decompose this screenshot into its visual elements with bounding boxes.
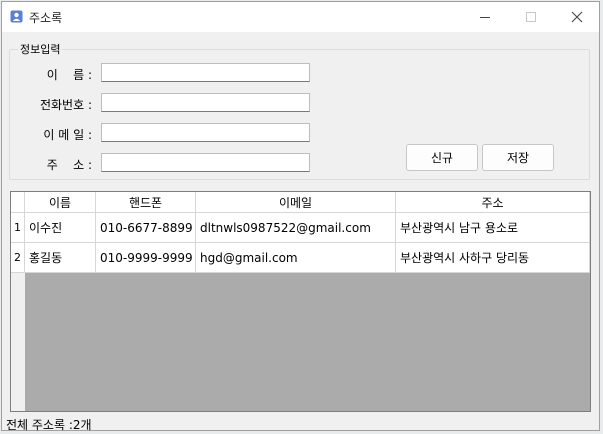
close-button[interactable]	[554, 2, 600, 32]
column-header-name[interactable]: 이름	[25, 192, 96, 213]
minimize-button[interactable]	[462, 2, 508, 32]
table-cell[interactable]: 010-6677-8899	[96, 213, 196, 243]
column-header-address[interactable]: 주소	[396, 192, 590, 213]
maximize-icon	[525, 11, 536, 22]
address-table[interactable]: 이름 핸드폰 이메일 주소 1 이수진 010-6677-8899 dltnwl…	[10, 191, 591, 412]
address-book-icon	[10, 10, 23, 23]
window-title: 주소록	[29, 11, 63, 25]
table-cell[interactable]: hgd@gmail.com	[196, 243, 396, 273]
table-cell[interactable]: 010-9999-9999	[96, 243, 196, 273]
email-input[interactable]	[101, 123, 310, 142]
save-button[interactable]: 저장	[482, 144, 554, 171]
table-cell[interactable]: 홍길동	[25, 243, 96, 273]
column-header-email[interactable]: 이메일	[196, 192, 396, 213]
maximize-button[interactable]	[508, 2, 554, 32]
table-cell[interactable]: 부산광역시 사하구 당리동	[396, 243, 590, 273]
row-number[interactable]: 2	[11, 243, 25, 273]
status-text: 전체 주소록 :2개	[6, 418, 92, 432]
column-header-phone[interactable]: 핸드폰	[96, 192, 196, 213]
row-number[interactable]: 1	[11, 213, 25, 243]
table-cell[interactable]: 이수진	[25, 213, 96, 243]
name-input[interactable]	[101, 63, 310, 82]
title-bar: 주소록	[2, 2, 599, 32]
corner-header[interactable]	[11, 192, 25, 213]
group-title: 정보입력	[18, 41, 63, 57]
phone-input[interactable]	[101, 93, 310, 112]
close-icon	[571, 11, 583, 23]
new-button[interactable]: 신규	[406, 144, 478, 171]
address-input[interactable]	[101, 153, 310, 172]
table-cell[interactable]: 부산광역시 남구 용소로	[396, 213, 590, 243]
minimize-icon	[479, 16, 490, 18]
table-cell[interactable]: dltnwls0987522@gmail.com	[196, 213, 396, 243]
